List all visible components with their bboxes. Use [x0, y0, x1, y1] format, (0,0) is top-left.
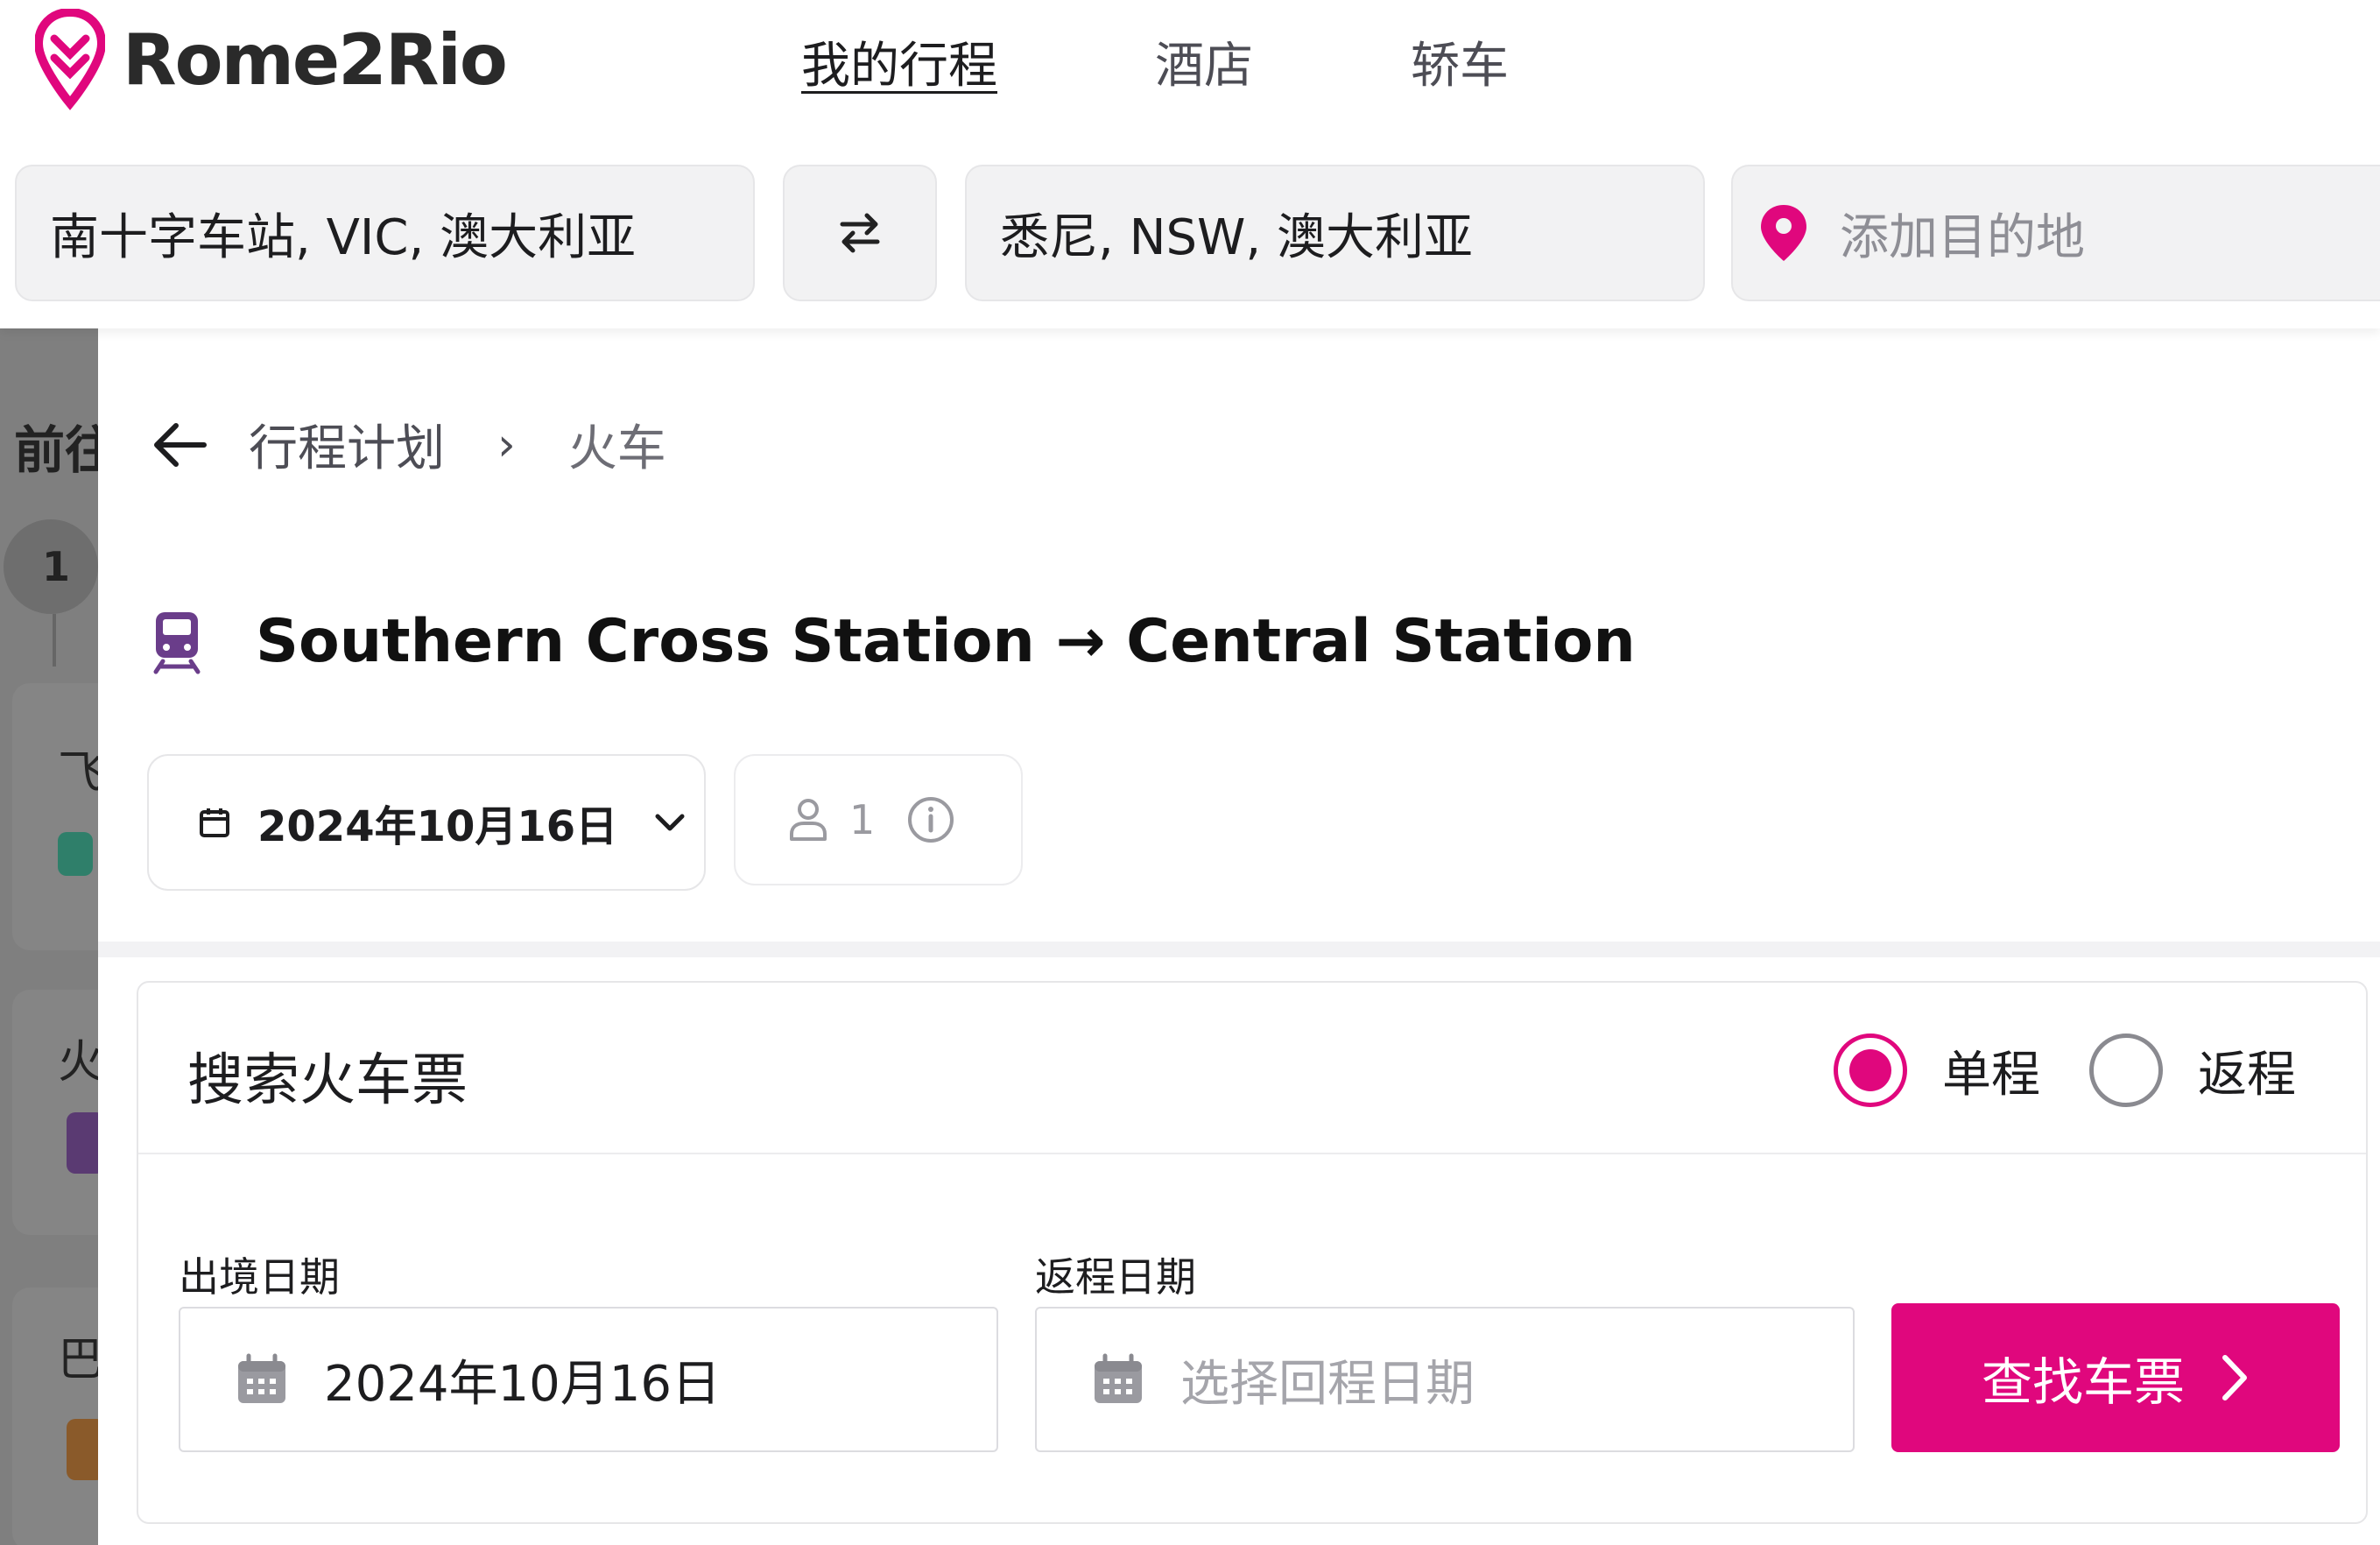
breadcrumb-separator: › — [497, 418, 516, 471]
background-card-label: 巴 — [58, 1334, 98, 1386]
back-button[interactable] — [144, 410, 214, 480]
info-icon[interactable] — [906, 795, 955, 844]
find-tickets-button[interactable]: 查找车票 — [1891, 1303, 2340, 1452]
train-detail-panel: 行程计划 › 火车 Southern Cross Station → Centr… — [98, 328, 2380, 1545]
departure-date-value: 2024年10月16日 — [324, 1355, 722, 1413]
location-pin-icon — [1761, 205, 1806, 261]
add-destination-placeholder: 添加目的地 — [1840, 208, 2085, 266]
background-step-line — [53, 614, 56, 667]
add-destination-input[interactable]: 添加目的地 — [1731, 165, 2380, 301]
route-heading: Southern Cross Station → Central Station — [151, 607, 1636, 676]
logo-pin-icon — [35, 9, 105, 110]
plane-icon — [58, 832, 93, 876]
return-date-placeholder: 选择回程日期 — [1180, 1355, 1475, 1413]
return-date-label: 返程日期 — [1035, 1253, 1196, 1301]
breadcrumb-current: 火车 — [567, 420, 666, 477]
one-way-label[interactable]: 单程 — [1942, 1035, 2040, 1106]
travel-date-dropdown[interactable]: 2024年10月16日 — [147, 754, 706, 891]
background-card-bus: 巴 — [12, 1288, 98, 1545]
background-title: 前往 — [14, 420, 98, 480]
return-date-input[interactable]: 选择回程日期 — [1035, 1307, 1855, 1452]
search-bar: 南十字车站, VIC, 澳大利亚 悉尼, NSW, 澳大利亚 添加目的地 — [15, 165, 2380, 301]
person-icon — [790, 799, 827, 841]
passenger-count-value: 1 — [849, 796, 876, 843]
background-overlay[interactable]: 前往 1 飞 火 巴 — [0, 328, 98, 1545]
brand-name: Rome2Rio — [123, 18, 508, 101]
nav-item-cars[interactable]: 轿车 — [1411, 26, 1509, 97]
background-card-train: 火 — [12, 990, 98, 1235]
background-card-label: 飞 — [58, 747, 98, 800]
main-nav: 我的行程 酒店 轿车 — [801, 26, 1666, 97]
background-step-number: 1 — [4, 519, 98, 614]
page-title: Southern Cross Station → Central Station — [256, 607, 1636, 676]
arrow-left-icon — [154, 422, 207, 467]
calendar-icon — [1095, 1353, 1142, 1403]
train-icon — [67, 1112, 98, 1174]
destination-input[interactable]: 悉尼, NSW, 澳大利亚 — [965, 165, 1705, 301]
bus-icon — [67, 1419, 98, 1480]
return-label[interactable]: 返程 — [2198, 1035, 2296, 1106]
departure-date-label: 出境日期 — [179, 1253, 340, 1301]
section-divider — [98, 942, 2380, 957]
calendar-icon — [200, 808, 229, 837]
train-icon — [153, 611, 201, 674]
site-header: Rome2Rio 我的行程 酒店 轿车 南十字车站, VIC, 澳大利亚 悉尼,… — [0, 0, 2380, 328]
ticket-card-header: 搜索火车票 单程 返程 — [138, 983, 2366, 1154]
background-card-label: 火 — [58, 1036, 98, 1089]
ticket-search-title: 搜索火车票 — [187, 1048, 468, 1113]
calendar-icon — [238, 1353, 285, 1403]
train-ticket-search-card: 搜索火车票 单程 返程 出境日期 2024年10月16日 返程日期 选择回程日期… — [137, 981, 2368, 1524]
background-card-flight: 飞 — [12, 683, 98, 950]
passenger-count: 1 — [734, 754, 1023, 885]
nav-item-hotels[interactable]: 酒店 — [1155, 26, 1253, 97]
breadcrumb: 行程计划 › 火车 — [144, 409, 666, 480]
departure-date-input[interactable]: 2024年10月16日 — [179, 1307, 998, 1452]
return-radio[interactable] — [2089, 1034, 2163, 1107]
breadcrumb-trip-plan[interactable]: 行程计划 — [249, 409, 445, 480]
find-tickets-label: 查找车票 — [1981, 1352, 2185, 1412]
nav-item-my-trips[interactable]: 我的行程 — [801, 26, 997, 97]
swap-button[interactable] — [783, 165, 937, 301]
one-way-radio[interactable] — [1834, 1034, 1907, 1107]
chevron-right-icon — [2222, 1355, 2247, 1400]
trip-type-selector: 单程 返程 — [1834, 1034, 2296, 1107]
chevron-down-icon — [655, 814, 685, 831]
origin-input[interactable]: 南十字车站, VIC, 澳大利亚 — [15, 165, 755, 301]
travel-date-value: 2024年10月16日 — [257, 802, 618, 851]
swap-arrows-icon — [840, 213, 880, 253]
rome2rio-logo[interactable]: Rome2Rio — [35, 7, 508, 112]
